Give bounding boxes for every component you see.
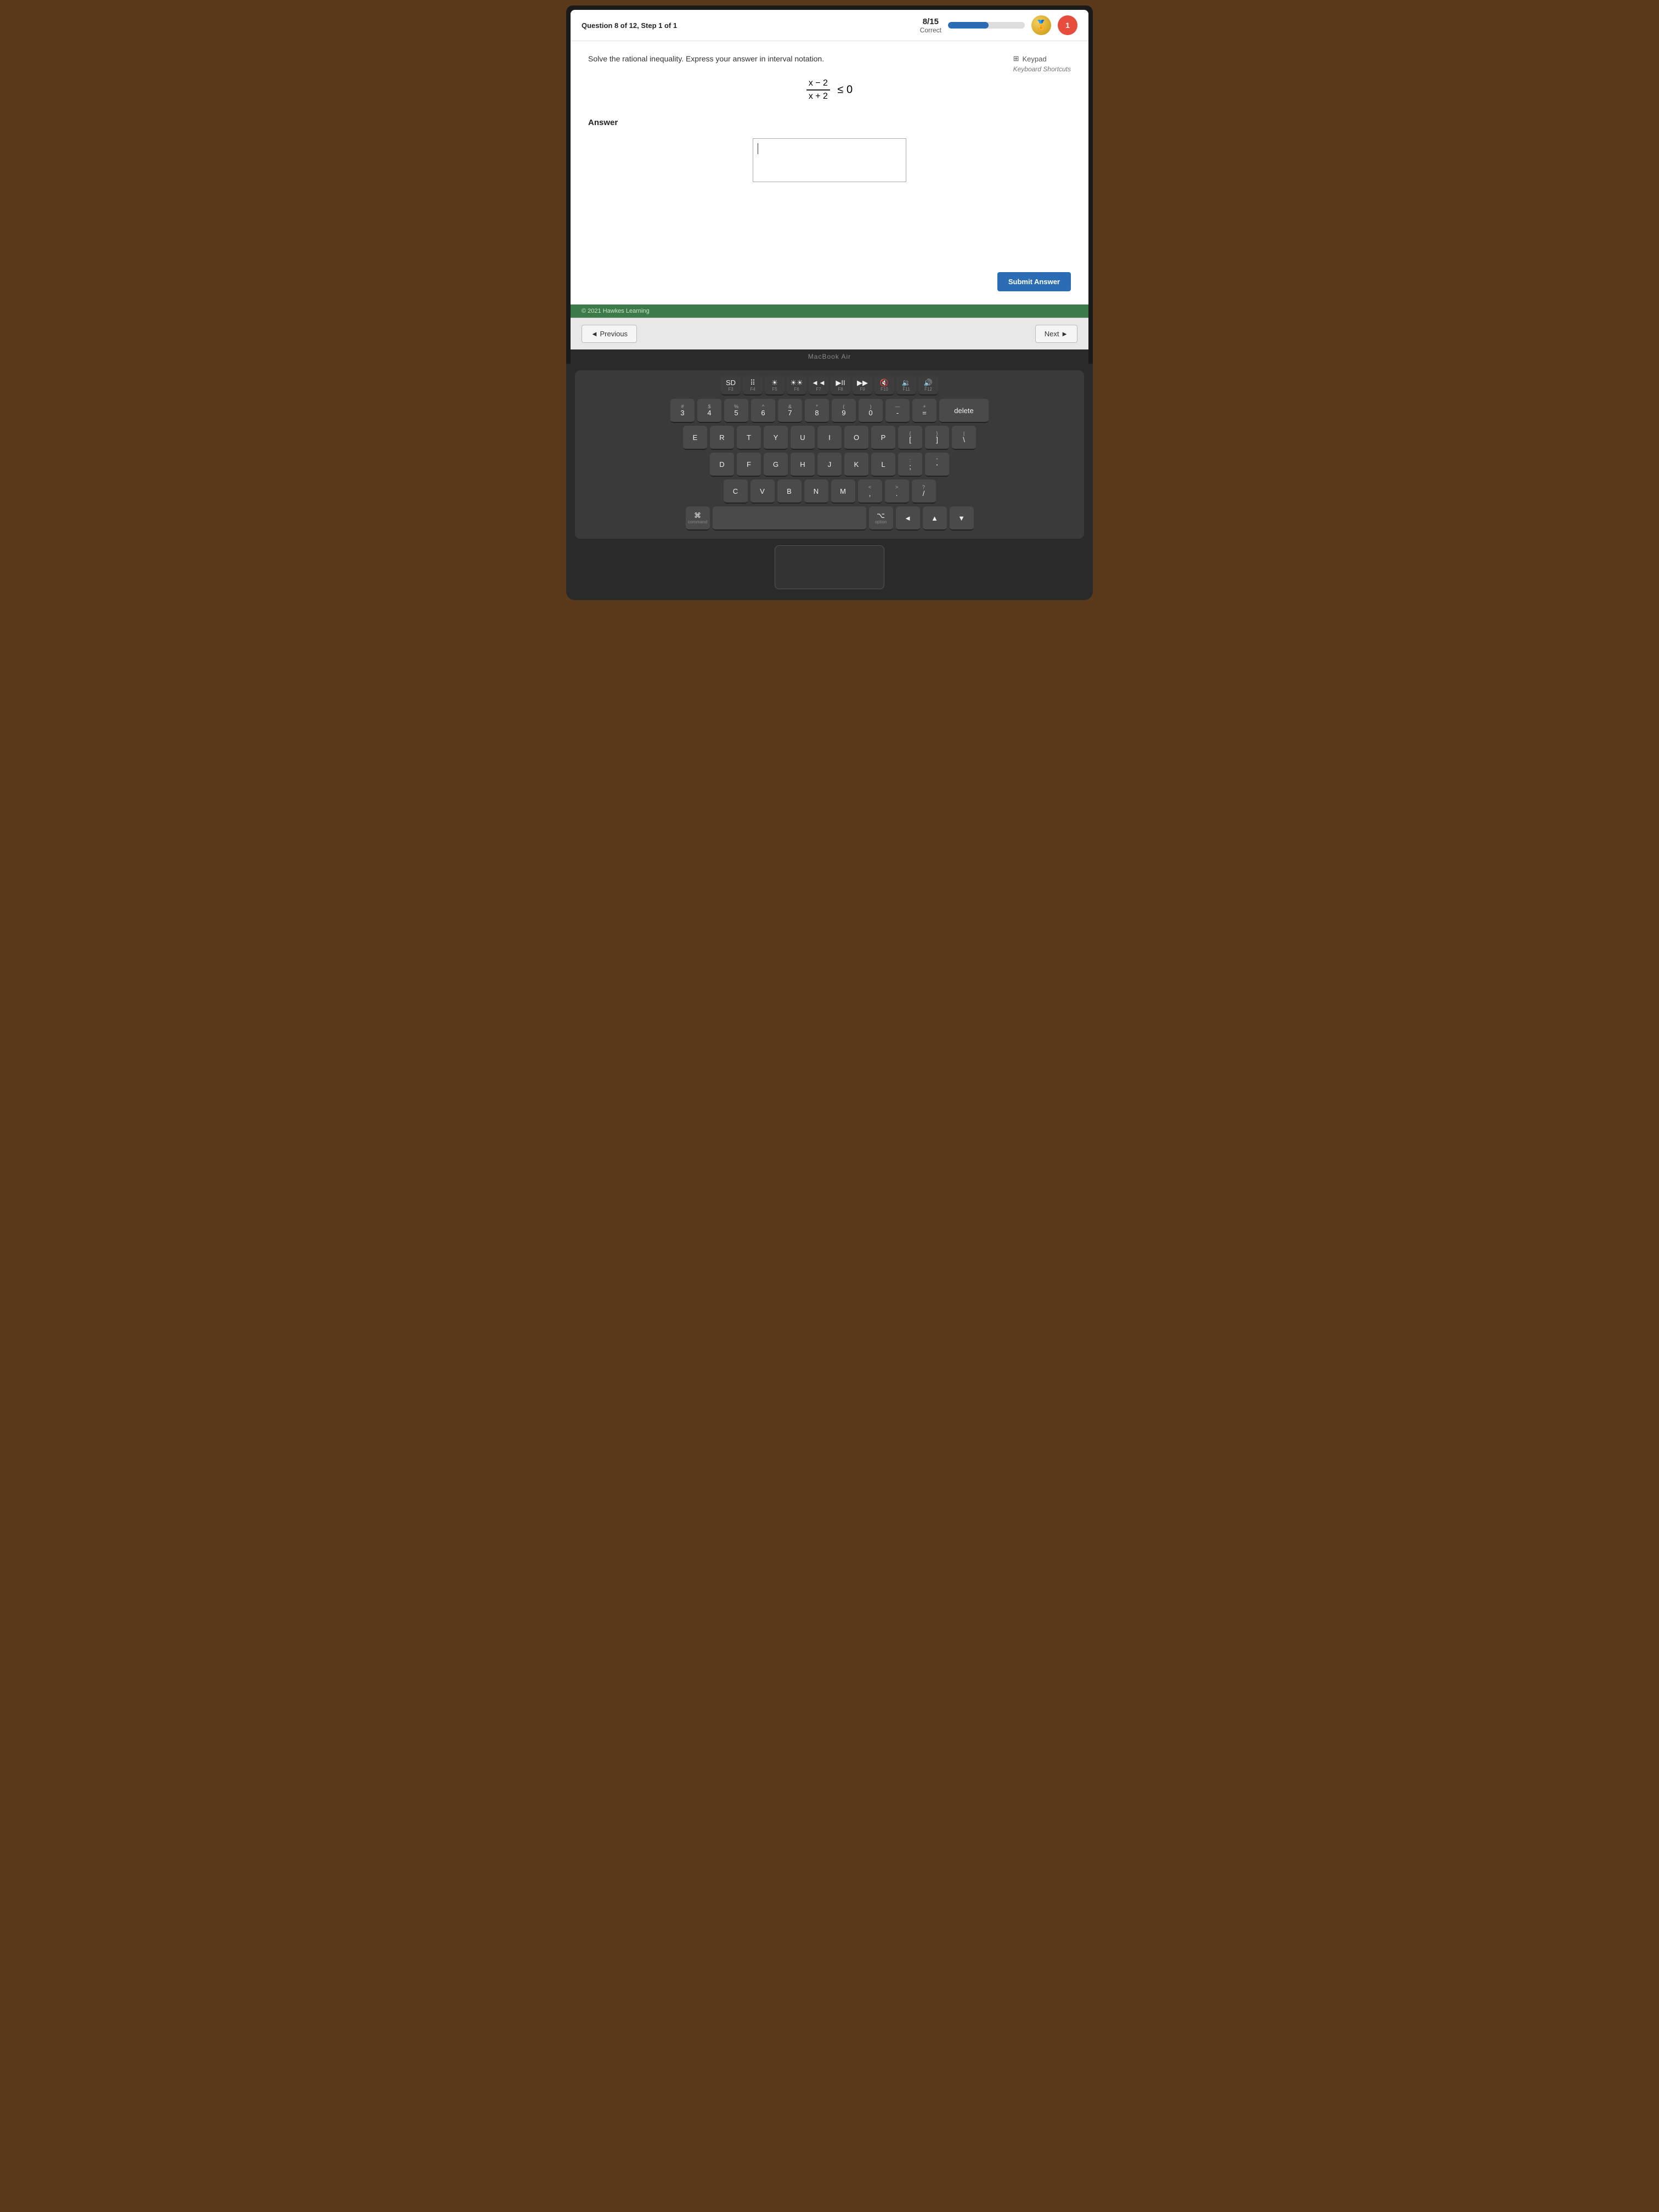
key-equal[interactable]: += [912, 399, 936, 423]
key-d[interactable]: D [710, 453, 734, 477]
key-backslash[interactable]: |\ [952, 426, 976, 450]
key-o[interactable]: O [844, 426, 868, 450]
score-display: 8/15 Correct [920, 17, 941, 34]
key-arrow-up[interactable]: ▲ [923, 506, 947, 531]
key-4[interactable]: $4 [697, 399, 721, 423]
key-5[interactable]: %5 [724, 399, 748, 423]
key-h[interactable]: H [791, 453, 815, 477]
nav-bar: ◄ Previous Next ► [571, 318, 1088, 349]
keypad-label: Keypad [1023, 55, 1047, 63]
key-rbracket[interactable]: }] [925, 426, 949, 450]
header-bar: Question 8 of 12, Step 1 of 1 8/15 Corre… [571, 10, 1088, 41]
progress-fill [948, 22, 989, 29]
key-f10[interactable]: 🔇F10 [874, 376, 894, 396]
key-l[interactable]: L [871, 453, 895, 477]
key-f9[interactable]: ▶▶F9 [853, 376, 872, 396]
key-delete[interactable]: delete [939, 399, 989, 423]
previous-button[interactable]: ◄ Previous [582, 325, 637, 343]
key-arrow-down[interactable]: ▼ [950, 506, 974, 531]
bottom-row: ⌘command ⌥option ◄ ▲ ▼ [579, 506, 1080, 531]
key-f[interactable]: F [737, 453, 761, 477]
key-u[interactable]: U [791, 426, 815, 450]
trackpad[interactable] [775, 545, 884, 589]
score-fraction: 8/15 [920, 17, 941, 26]
key-r[interactable]: R [710, 426, 734, 450]
keypad-icon: ⊞ [1013, 54, 1019, 63]
submit-button[interactable]: Submit Answer [997, 272, 1071, 291]
key-f11[interactable]: 🔉F11 [896, 376, 916, 396]
key-i[interactable]: I [817, 426, 842, 450]
problem-statement: Solve the rational inequality. Express y… [588, 54, 1071, 63]
medal-icon: 🏅 [1031, 15, 1051, 35]
inequality-symbol: ≤ 0 [838, 84, 853, 96]
key-bbb[interactable]: ⠿F4 [743, 376, 763, 396]
numerator: x − 2 [806, 78, 830, 91]
key-option[interactable]: ⌥option [869, 506, 893, 531]
key-n[interactable]: N [804, 479, 828, 504]
key-9[interactable]: (9 [832, 399, 856, 423]
key-6[interactable]: ^6 [751, 399, 775, 423]
answer-input[interactable] [753, 138, 906, 182]
key-sd[interactable]: SDF3 [721, 376, 741, 396]
key-j[interactable]: J [817, 453, 842, 477]
main-content: ⊞ Keypad Keyboard Shortcuts Solve the ra… [571, 41, 1088, 304]
key-p[interactable]: P [871, 426, 895, 450]
heart-badge: 1 [1058, 15, 1077, 35]
key-g[interactable]: G [764, 453, 788, 477]
zxcv-row: C V B N M <, >. ?/ [579, 479, 1080, 504]
macbook-label: MacBook Air [571, 349, 1088, 364]
qwerty-row: E R T Y U I O P {[ }] |\ [579, 426, 1080, 450]
copyright: © 2021 Hawkes Learning [582, 308, 650, 314]
key-0[interactable]: )0 [859, 399, 883, 423]
key-c[interactable]: C [724, 479, 748, 504]
key-arrow-left[interactable]: ◄ [896, 506, 920, 531]
score-area: 8/15 Correct 🏅 1 [920, 15, 1077, 35]
key-v[interactable]: V [751, 479, 775, 504]
key-semicolon[interactable]: :; [898, 453, 922, 477]
key-f6[interactable]: ☀☀F6 [787, 376, 806, 396]
score-label: Correct [920, 26, 941, 34]
key-f5[interactable]: ☀F5 [765, 376, 785, 396]
keyboard-section: SDF3 ⠿F4 ☀F5 ☀☀F6 ◄◄F7 ▶IIF8 ▶▶F9 🔇F10 🔉… [566, 364, 1093, 600]
keyboard-shortcuts-link[interactable]: Keyboard Shortcuts [1013, 65, 1071, 73]
number-row: #3 $4 %5 ^6 &7 *8 (9 )0 —- += delete [579, 399, 1080, 423]
keypad-area: ⊞ Keypad Keyboard Shortcuts [1013, 54, 1071, 73]
key-7[interactable]: &7 [778, 399, 802, 423]
asdf-row: D F G H J K L :; "' [579, 453, 1080, 477]
math-expression: x − 2 x + 2 ≤ 0 [588, 78, 1071, 101]
fn-row: SDF3 ⠿F4 ☀F5 ☀☀F6 ◄◄F7 ▶IIF8 ▶▶F9 🔇F10 🔉… [579, 376, 1080, 396]
progress-bar [948, 22, 1025, 29]
key-k[interactable]: K [844, 453, 868, 477]
key-quote[interactable]: "' [925, 453, 949, 477]
key-8[interactable]: *8 [805, 399, 829, 423]
key-comma[interactable]: <, [858, 479, 882, 504]
content-footer: © 2021 Hawkes Learning [571, 304, 1088, 318]
key-lbracket[interactable]: {[ [898, 426, 922, 450]
key-y[interactable]: Y [764, 426, 788, 450]
key-b[interactable]: B [777, 479, 802, 504]
key-cmd-symbol[interactable]: ⌘command [686, 506, 710, 531]
key-3[interactable]: #3 [670, 399, 695, 423]
key-t[interactable]: T [737, 426, 761, 450]
key-period[interactable]: >. [885, 479, 909, 504]
keyboard: SDF3 ⠿F4 ☀F5 ☀☀F6 ◄◄F7 ▶IIF8 ▶▶F9 🔇F10 🔉… [575, 370, 1084, 539]
denominator: x + 2 [806, 91, 830, 101]
key-space[interactable] [713, 506, 866, 531]
key-m[interactable]: M [831, 479, 855, 504]
key-f8[interactable]: ▶IIF8 [831, 376, 850, 396]
answer-label: Answer [588, 118, 1071, 127]
key-slash[interactable]: ?/ [912, 479, 936, 504]
next-button[interactable]: Next ► [1035, 325, 1077, 343]
key-dash[interactable]: —- [885, 399, 910, 423]
question-info: Question 8 of 12, Step 1 of 1 [582, 21, 677, 30]
key-f7[interactable]: ◄◄F7 [809, 376, 828, 396]
key-f12[interactable]: 🔊F12 [918, 376, 938, 396]
keypad-button[interactable]: ⊞ Keypad [1013, 54, 1071, 63]
fraction: x − 2 x + 2 [806, 78, 830, 101]
key-e[interactable]: E [683, 426, 707, 450]
